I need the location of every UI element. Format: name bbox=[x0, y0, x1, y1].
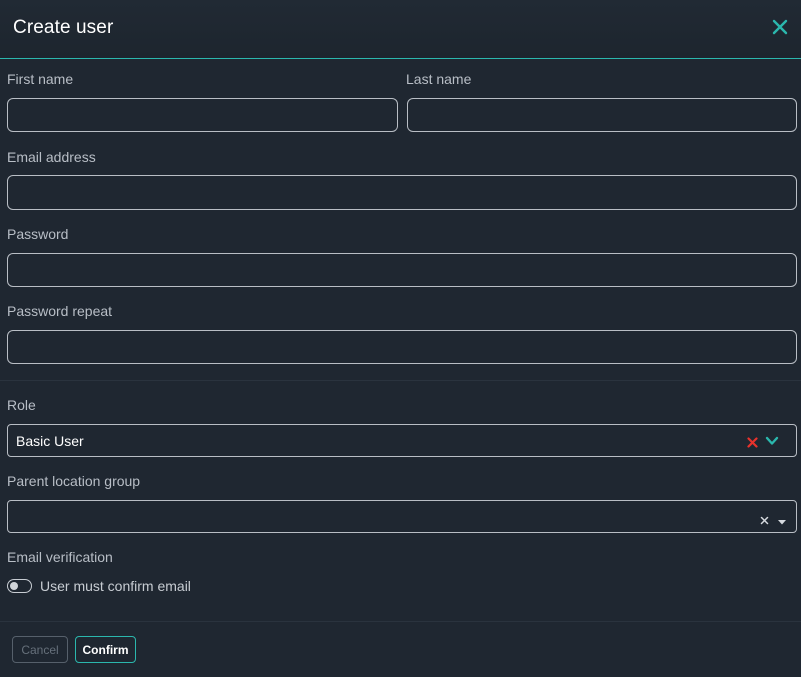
dialog-header: Create user bbox=[0, 0, 801, 59]
password-label: Password bbox=[7, 226, 69, 242]
role-select[interactable]: Basic User bbox=[7, 424, 797, 457]
toggle-knob bbox=[10, 582, 18, 590]
email-label: Email address bbox=[7, 149, 96, 165]
role-selected-value: Basic User bbox=[16, 433, 84, 449]
last-name-input[interactable] bbox=[407, 98, 797, 132]
parent-location-group-label: Parent location group bbox=[7, 473, 141, 489]
first-name-label: First name bbox=[7, 71, 74, 87]
confirm-email-toggle-label: User must confirm email bbox=[40, 578, 191, 594]
dialog-title: Create user bbox=[13, 17, 114, 38]
clear-icon[interactable] bbox=[747, 435, 758, 453]
role-label: Role bbox=[7, 397, 36, 413]
confirm-button[interactable]: Confirm bbox=[75, 636, 136, 663]
close-icon[interactable] bbox=[770, 17, 790, 37]
first-name-input[interactable] bbox=[7, 98, 398, 132]
password-repeat-input[interactable] bbox=[7, 330, 797, 364]
confirm-email-toggle[interactable] bbox=[7, 579, 32, 593]
footer-divider bbox=[0, 621, 801, 622]
section-divider bbox=[0, 380, 801, 381]
clear-icon[interactable] bbox=[760, 512, 769, 530]
chevron-down-icon[interactable] bbox=[765, 434, 779, 452]
email-verification-label: Email verification bbox=[7, 549, 113, 565]
last-name-label: Last name bbox=[406, 71, 472, 87]
password-input[interactable] bbox=[7, 253, 797, 287]
email-input[interactable] bbox=[7, 175, 797, 210]
caret-down-icon[interactable] bbox=[777, 513, 787, 531]
cancel-button[interactable]: Cancel bbox=[12, 636, 68, 663]
password-repeat-label: Password repeat bbox=[7, 303, 113, 319]
parent-location-group-select[interactable] bbox=[7, 500, 797, 533]
